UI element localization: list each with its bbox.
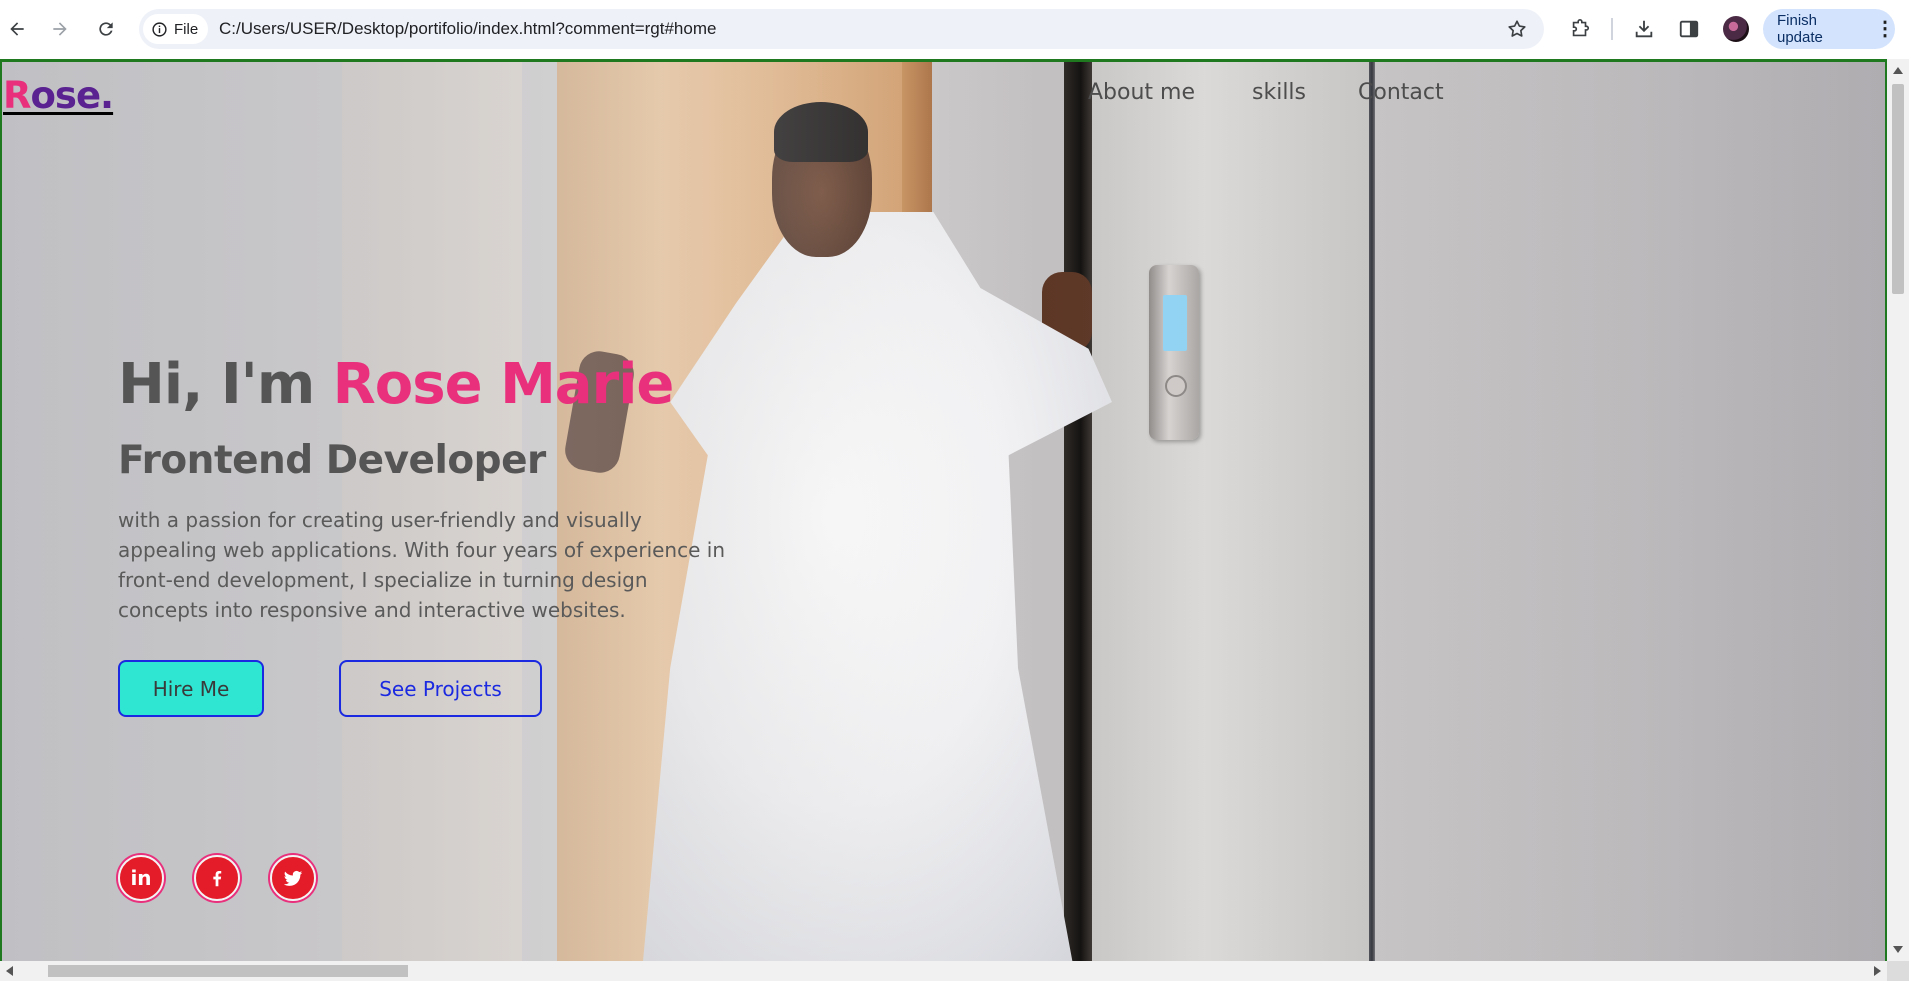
puzzle-icon (1572, 19, 1590, 37)
vertical-scrollbar[interactable] (1887, 59, 1909, 961)
scroll-right-arrow-icon[interactable] (1874, 966, 1881, 976)
reload-icon (99, 22, 113, 36)
logo-letter: R (3, 74, 31, 117)
facebook-icon (213, 870, 222, 887)
twitter-link[interactable] (270, 855, 316, 901)
linkedin-link[interactable]: in (118, 855, 164, 901)
side-panel-icon (1679, 20, 1699, 38)
see-projects-button[interactable]: See Projects (339, 660, 542, 717)
toolbar-divider (1611, 18, 1613, 40)
finish-update-button[interactable]: Finish update ⋮ (1763, 9, 1895, 49)
vertical-scroll-thumb[interactable] (1892, 84, 1904, 294)
reload-button[interactable] (89, 12, 123, 46)
arrow-left-icon (10, 22, 24, 36)
horizontal-scroll-thumb[interactable] (48, 965, 408, 977)
nav-skills[interactable]: skills (1252, 80, 1306, 105)
nav-contact[interactable]: Contact (1358, 80, 1444, 105)
download-icon (1635, 20, 1653, 38)
extensions-button[interactable] (1566, 15, 1594, 43)
logo-rest: ose. (30, 74, 115, 117)
page-viewport: Rose. About me skills Contact Hi, I'm Ro… (0, 59, 1887, 961)
side-panel-button[interactable] (1675, 15, 1703, 43)
forward-button[interactable] (43, 12, 77, 46)
site-info-label: File (174, 20, 199, 38)
scroll-left-arrow-icon[interactable] (6, 966, 13, 976)
hero-heading: Hi, I'm Rose Marie (118, 352, 675, 417)
hire-me-button[interactable]: Hire Me (118, 660, 264, 717)
site-info-chip[interactable]: File (143, 14, 209, 44)
address-bar[interactable]: File C:/Users/USER/Desktop/portifolio/in… (139, 9, 1544, 49)
bookmark-star-icon[interactable] (1506, 18, 1528, 40)
linkedin-icon: in (130, 866, 152, 890)
arrow-right-icon (53, 22, 67, 36)
hero-role: Frontend Developer (118, 438, 546, 483)
url-text[interactable]: C:/Users/USER/Desktop/portifolio/index.h… (219, 9, 716, 49)
finish-update-label: Finish update (1777, 12, 1823, 46)
hero-name: Rose Marie (332, 352, 675, 417)
browser-toolbar: File C:/Users/USER/Desktop/portifolio/in… (0, 0, 1909, 59)
hero-greeting: Hi, I'm (118, 352, 333, 417)
twitter-icon (283, 870, 303, 886)
scrollbar-corner (1887, 961, 1909, 981)
scroll-down-arrow-icon[interactable] (1893, 946, 1903, 953)
horizontal-scrollbar[interactable] (0, 961, 1887, 981)
more-menu-icon[interactable]: ⋮ (1875, 19, 1895, 39)
scroll-up-arrow-icon[interactable] (1893, 67, 1903, 74)
facebook-link[interactable] (194, 855, 240, 901)
info-icon (152, 21, 167, 37)
hero-description: with a passion for creating user-friendl… (118, 508, 725, 622)
nav-about-me[interactable]: About me (1088, 80, 1195, 105)
profile-avatar[interactable] (1723, 16, 1749, 42)
downloads-button[interactable] (1630, 15, 1658, 43)
back-button[interactable] (0, 12, 34, 46)
site-logo[interactable]: Rose. (3, 74, 115, 117)
